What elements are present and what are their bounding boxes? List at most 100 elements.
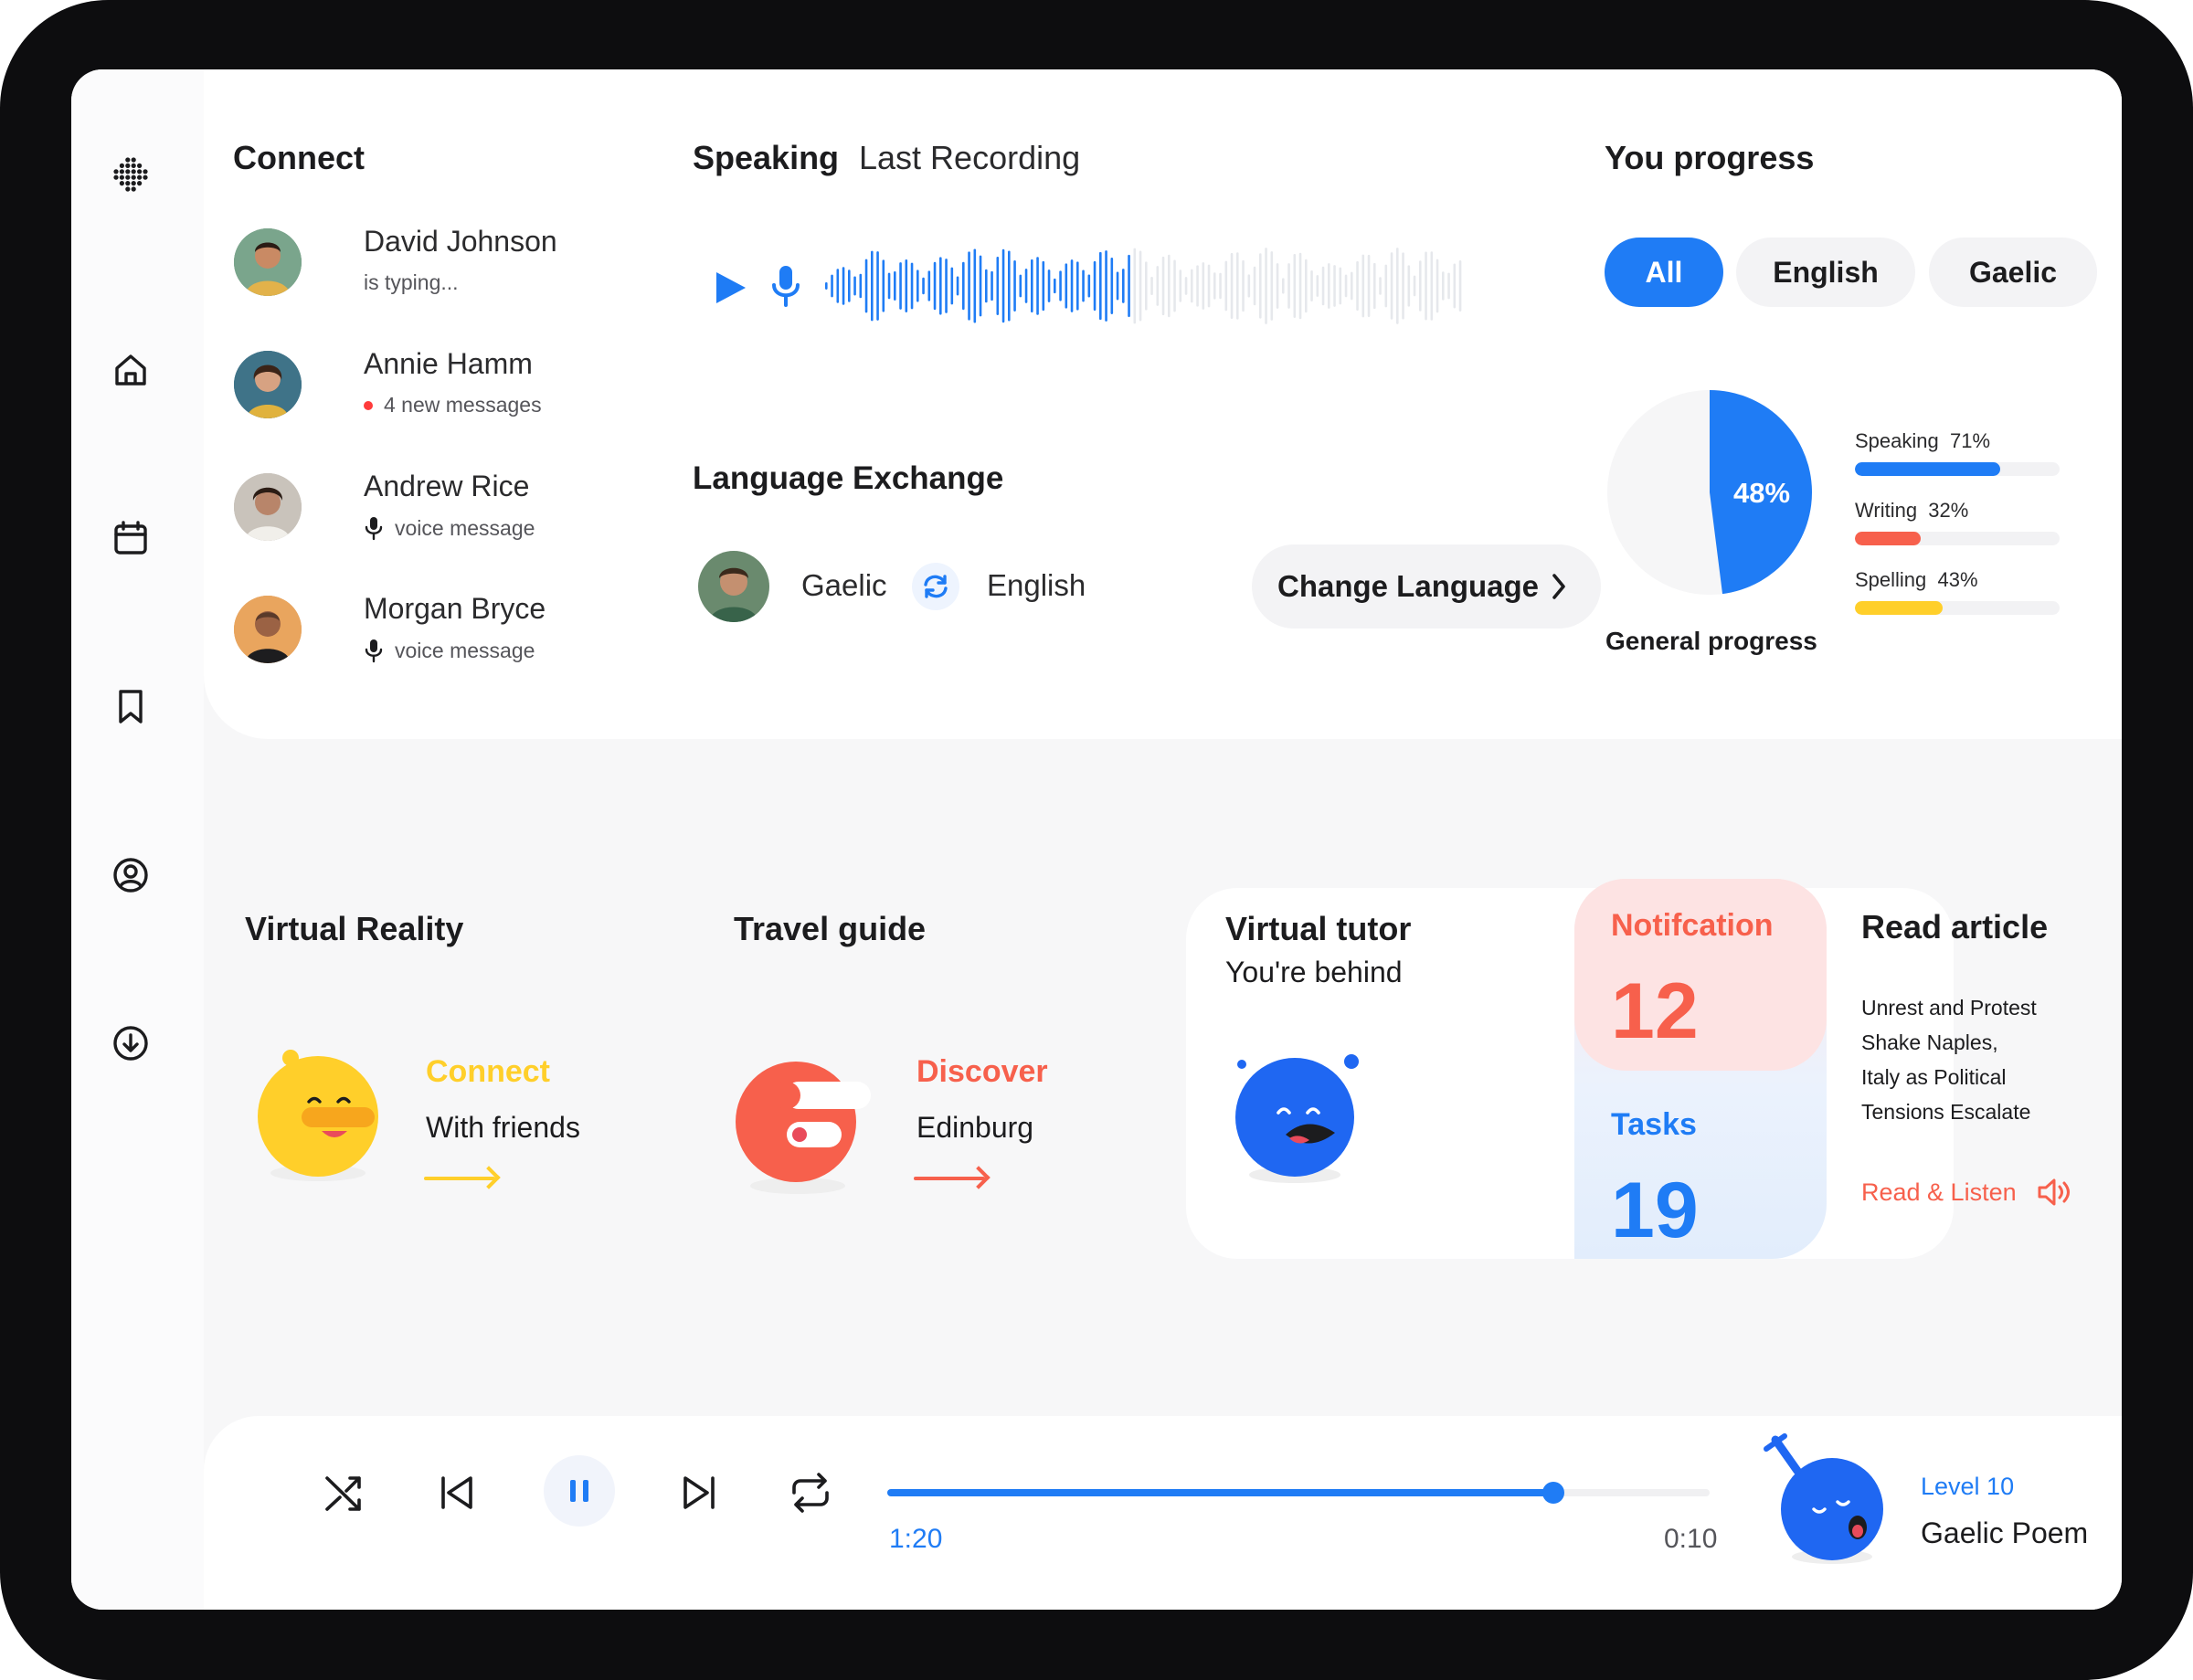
waveform-bar bbox=[1447, 272, 1450, 300]
logo-dot bbox=[125, 174, 131, 180]
swap-languages-icon[interactable] bbox=[912, 563, 959, 610]
avatar[interactable] bbox=[234, 228, 302, 296]
yellow-mascot-icon[interactable] bbox=[254, 1047, 382, 1184]
vr-arrow-icon[interactable] bbox=[424, 1177, 495, 1180]
skill-bar-speaking bbox=[1855, 462, 2060, 476]
red-mascot-icon[interactable] bbox=[734, 1058, 871, 1195]
waveform-bar bbox=[1351, 271, 1353, 301]
logo-dot bbox=[131, 163, 136, 168]
skill-label-spelling: Spelling 43% bbox=[1855, 568, 1978, 592]
travel-subtitle: Edinburg bbox=[916, 1111, 1034, 1144]
waveform-bar bbox=[1059, 270, 1062, 301]
waveform-bar bbox=[1384, 264, 1388, 308]
waveform-bar bbox=[1219, 272, 1222, 300]
logo-dot bbox=[137, 174, 143, 180]
playback-progress-track[interactable] bbox=[887, 1482, 1710, 1504]
filter-all[interactable]: All bbox=[1605, 238, 1723, 307]
notification-label[interactable]: Notifcation bbox=[1611, 908, 1774, 944]
play-icon[interactable] bbox=[713, 269, 749, 307]
calendar-icon[interactable] bbox=[108, 515, 154, 561]
skill-bar-fill bbox=[1855, 532, 1921, 545]
level-mascot-icon[interactable] bbox=[1757, 1431, 1885, 1568]
home-icon[interactable] bbox=[108, 347, 154, 393]
waveform-bar bbox=[1379, 277, 1382, 295]
waveform-bar bbox=[1458, 260, 1462, 312]
waveform-bar bbox=[825, 282, 828, 290]
logo-dot bbox=[137, 163, 143, 168]
speaker-icon bbox=[2038, 1178, 2070, 1206]
waveform-bar bbox=[1065, 263, 1068, 309]
logo-dot bbox=[119, 181, 124, 186]
change-language-button[interactable]: Change Language bbox=[1252, 544, 1601, 629]
logo-dot bbox=[113, 174, 119, 180]
contact-name[interactable]: Annie Hamm bbox=[364, 347, 533, 381]
pause-button[interactable] bbox=[544, 1455, 615, 1527]
logo-dot bbox=[137, 181, 143, 186]
level-label: Level 10 bbox=[1921, 1473, 2015, 1500]
avatar[interactable] bbox=[234, 596, 302, 663]
player-bar: 1:20 0:10 Level 10 Gaelic Poem bbox=[204, 1416, 2122, 1610]
language-exchange-title: Language Exchange bbox=[693, 460, 1004, 496]
contact-name[interactable]: Morgan Bryce bbox=[364, 592, 546, 626]
waveform-bar bbox=[1361, 254, 1365, 318]
app-logo-icon[interactable] bbox=[108, 152, 154, 197]
tasks-label[interactable]: Tasks bbox=[1611, 1107, 1697, 1143]
read-listen-link[interactable]: Read & Listen bbox=[1861, 1177, 2071, 1208]
logo-dot bbox=[131, 181, 136, 186]
exchange-to-language: English bbox=[987, 568, 1086, 602]
logo-dot bbox=[125, 169, 131, 174]
top-card: Connect David Johnson is typing... Annie… bbox=[204, 69, 2122, 739]
waveform-bar bbox=[1070, 259, 1074, 312]
bookmark-icon[interactable] bbox=[108, 683, 154, 729]
waveform-bar bbox=[848, 269, 851, 302]
waveform-bar bbox=[1402, 252, 1404, 320]
waveform-bar bbox=[1191, 269, 1193, 303]
blue-mascot-icon[interactable] bbox=[1234, 1052, 1362, 1185]
progress-percent-label: 48% bbox=[1733, 477, 1790, 509]
skill-label-speaking: Speaking 71% bbox=[1855, 429, 1990, 453]
waveform-bar bbox=[1276, 263, 1279, 309]
skill-bar-fill bbox=[1855, 601, 1944, 615]
skill-name: Speaking bbox=[1855, 429, 1939, 452]
general-progress-label: General progress bbox=[1605, 627, 1817, 655]
waveform-bar bbox=[1453, 263, 1457, 309]
travel-accent[interactable]: Discover bbox=[916, 1054, 1048, 1090]
profile-icon[interactable] bbox=[108, 852, 154, 898]
record-microphone-icon[interactable] bbox=[771, 263, 800, 309]
contact-name[interactable]: David Johnson bbox=[364, 225, 557, 259]
travel-arrow-icon[interactable] bbox=[914, 1177, 985, 1180]
contact-name[interactable]: Andrew Rice bbox=[364, 470, 529, 503]
shuffle-icon[interactable] bbox=[323, 1471, 366, 1515]
audio-waveform[interactable] bbox=[825, 243, 1465, 329]
waveform-bar bbox=[1442, 271, 1445, 301]
avatar[interactable] bbox=[234, 473, 302, 541]
waveform-bar bbox=[1373, 262, 1376, 310]
filter-gaelic[interactable]: Gaelic bbox=[1929, 238, 2097, 307]
playback-progress-handle[interactable] bbox=[1542, 1482, 1564, 1504]
waveform-bar bbox=[1202, 262, 1205, 310]
waveform-bar bbox=[1093, 260, 1096, 312]
skill-percent: 71% bbox=[1949, 429, 1991, 452]
download-icon[interactable] bbox=[108, 1020, 154, 1066]
waveform-bar bbox=[1230, 252, 1234, 320]
skill-bar-spelling bbox=[1855, 601, 2060, 615]
logo-dot bbox=[125, 186, 131, 192]
microphone-icon bbox=[365, 517, 383, 541]
waveform-bar bbox=[1076, 261, 1079, 311]
speaking-title: Speaking bbox=[693, 139, 840, 176]
contact-status-text: voice message bbox=[395, 515, 535, 540]
previous-track-icon[interactable] bbox=[437, 1473, 477, 1513]
next-track-icon[interactable] bbox=[679, 1473, 719, 1513]
filter-english[interactable]: English bbox=[1736, 238, 1915, 307]
exchange-avatar[interactable] bbox=[698, 551, 769, 622]
waveform-bar bbox=[1259, 253, 1262, 319]
waveform-bar bbox=[945, 259, 948, 313]
vr-accent[interactable]: Connect bbox=[426, 1054, 550, 1090]
repeat-icon[interactable] bbox=[789, 1471, 832, 1515]
waveform-bar bbox=[1196, 265, 1199, 307]
waveform-bar bbox=[1242, 259, 1245, 312]
waveform-bar bbox=[1036, 257, 1039, 315]
article-headline[interactable]: Unrest and Protest Shake Naples, Italy a… bbox=[1861, 990, 2037, 1129]
waveform-bar bbox=[973, 248, 977, 323]
avatar[interactable] bbox=[234, 351, 302, 418]
